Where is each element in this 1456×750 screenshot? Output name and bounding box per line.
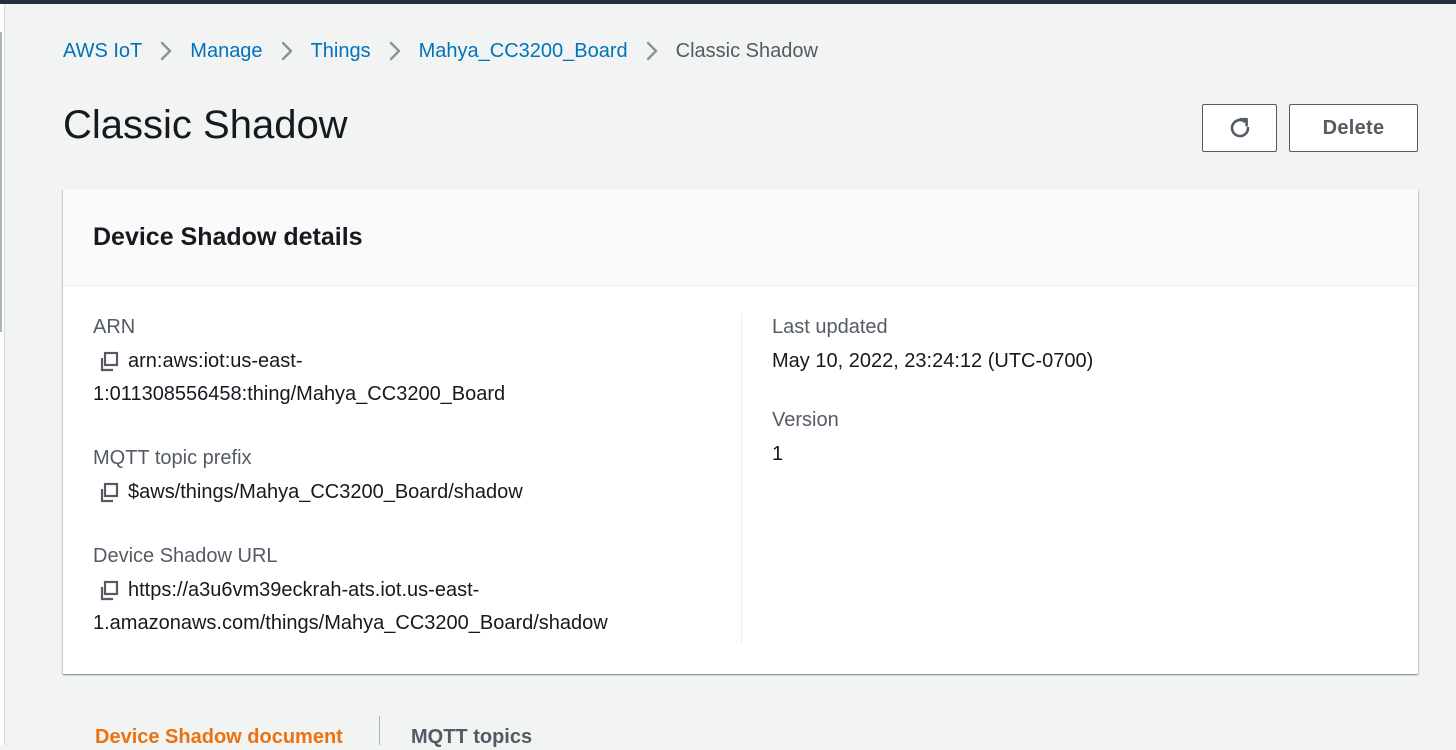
chevron-right-icon	[628, 38, 676, 64]
device-shadow-url-label: Device Shadow URL	[93, 545, 278, 567]
chevron-right-icon	[142, 38, 190, 64]
panel-title: Device Shadow details	[93, 223, 363, 251]
version-label: Version	[772, 409, 839, 431]
tab-mqtt-topics[interactable]: MQTT topics	[411, 724, 532, 750]
mqtt-topic-prefix-field: MQTT topic prefix $aws/things/Mahya_CC32…	[93, 444, 733, 509]
chevron-right-icon	[371, 38, 419, 64]
navigation-scroll-mark	[0, 32, 2, 332]
last-updated-label: Last updated	[772, 316, 888, 338]
breadcrumb-aws-iot[interactable]: AWS IoT	[63, 38, 142, 64]
arn-label: ARN	[93, 316, 136, 338]
copy-icon[interactable]	[98, 351, 120, 373]
arn-value-line1: arn:aws:iot:us-east-	[128, 350, 303, 372]
refresh-icon	[1230, 117, 1249, 138]
last-updated-value: May 10, 2022, 23:24:12 (UTC-0700)	[772, 350, 1094, 372]
left-navigation-edge	[0, 4, 5, 745]
copy-icon[interactable]	[98, 482, 120, 504]
arn-field: ARN arn:aws:iot:us-east- 1:011308556458:…	[93, 313, 733, 411]
refresh-button[interactable]	[1202, 104, 1277, 152]
device-shadow-url-field: Device Shadow URL https://a3u6vm39eckrah…	[93, 542, 733, 640]
top-border	[0, 0, 1456, 4]
breadcrumb-thing-name[interactable]: Mahya_CC3200_Board	[419, 38, 628, 64]
device-shadow-details-panel: Device Shadow details ARN arn:aws:iot:us…	[63, 189, 1418, 674]
arn-value-line2: 1:011308556458:thing/Mahya_CC3200_Board	[93, 383, 506, 405]
details-right-column: Last updated May 10, 2022, 23:24:12 (UTC…	[772, 313, 1372, 471]
device-shadow-url-line1: https://a3u6vm39eckrah-ats.iot.us-east-	[128, 579, 480, 601]
breadcrumb-things[interactable]: Things	[311, 38, 371, 64]
last-updated-field: Last updated May 10, 2022, 23:24:12 (UTC…	[772, 313, 1372, 378]
details-left-column: ARN arn:aws:iot:us-east- 1:011308556458:…	[93, 313, 733, 640]
breadcrumb: AWS IoT Manage Things Mahya_CC3200_Board…	[63, 38, 818, 64]
mqtt-topic-prefix-label: MQTT topic prefix	[93, 447, 252, 469]
delete-button[interactable]: Delete	[1289, 104, 1418, 152]
tab-divider	[379, 716, 380, 745]
version-field: Version 1	[772, 406, 1372, 471]
mqtt-topic-prefix-value: $aws/things/Mahya_CC3200_Board/shadow	[93, 476, 733, 509]
tab-bar: Device Shadow document MQTT topics	[63, 716, 1418, 748]
page-title: Classic Shadow	[63, 103, 348, 147]
breadcrumb-manage[interactable]: Manage	[190, 38, 262, 64]
chevron-right-icon	[263, 38, 311, 64]
device-shadow-url-value: https://a3u6vm39eckrah-ats.iot.us-east-	[93, 574, 733, 607]
column-divider	[741, 313, 742, 643]
tab-device-shadow-document[interactable]: Device Shadow document	[95, 724, 343, 750]
mqtt-topic-prefix-text: $aws/things/Mahya_CC3200_Board/shadow	[128, 481, 523, 503]
version-value: 1	[772, 443, 784, 465]
panel-header: Device Shadow details	[63, 189, 1418, 286]
copy-icon[interactable]	[98, 580, 120, 602]
arn-value: arn:aws:iot:us-east-	[93, 345, 733, 378]
device-shadow-url-line2: 1.amazonaws.com/things/Mahya_CC3200_Boar…	[93, 612, 608, 634]
breadcrumb-current: Classic Shadow	[675, 40, 818, 62]
